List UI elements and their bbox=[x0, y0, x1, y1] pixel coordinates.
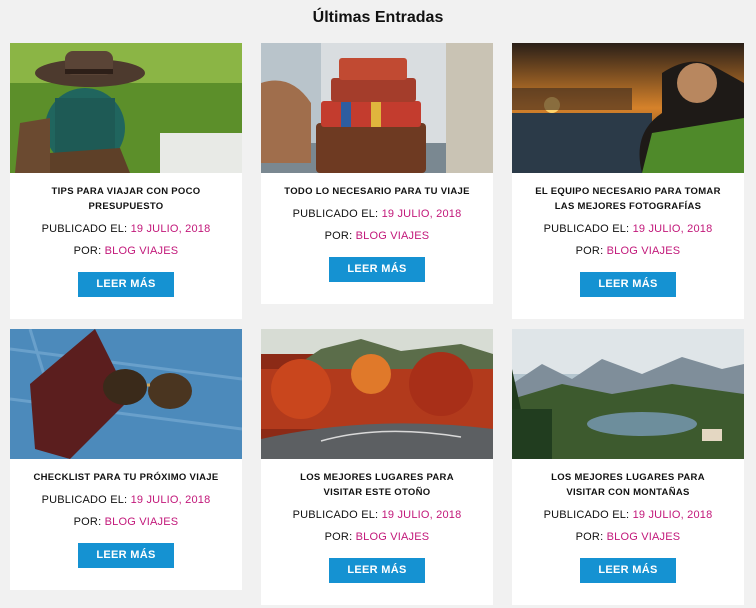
post-date: PUBLICADO EL: 19 JULIO, 2018 bbox=[543, 223, 713, 235]
post-date-link[interactable]: 19 JULIO, 2018 bbox=[382, 509, 462, 521]
post-title[interactable]: LOS MEJORES LUGARES PARA VISITAR ESTE OT… bbox=[261, 470, 493, 500]
post-card: EL EQUIPO NECESARIO PARA TOMAR LAS MEJOR… bbox=[512, 43, 744, 319]
post-image-passport[interactable] bbox=[10, 329, 242, 459]
post-title[interactable]: TODO LO NECESARIO PARA TU VIAJE bbox=[261, 184, 493, 199]
read-more-button[interactable]: LEER MÁS bbox=[580, 558, 676, 583]
post-author-link[interactable]: BLOG VIAJES bbox=[356, 230, 430, 242]
read-more-button[interactable]: LEER MÁS bbox=[78, 272, 174, 297]
post-author: POR: BLOG VIAJES bbox=[575, 531, 681, 543]
post-date: PUBLICADO EL: 19 JULIO, 2018 bbox=[41, 494, 211, 506]
read-more-button[interactable]: LEER MÁS bbox=[329, 558, 425, 583]
section-title: Últimas Entradas bbox=[312, 9, 444, 26]
read-more-button[interactable]: LEER MÁS bbox=[78, 543, 174, 568]
post-card: CHECKLIST PARA TU PRÓXIMO VIAJE PUBLICAD… bbox=[10, 329, 242, 590]
post-title[interactable]: TIPS PARA VIAJAR CON POCO PRESUPUESTO bbox=[10, 184, 242, 214]
post-card: TODO LO NECESARIO PARA TU VIAJE PUBLICAD… bbox=[261, 43, 493, 304]
post-date-link[interactable]: 19 JULIO, 2018 bbox=[382, 208, 462, 220]
post-date-link[interactable]: 19 JULIO, 2018 bbox=[131, 494, 211, 506]
post-image-photographer[interactable] bbox=[512, 43, 744, 173]
post-date-link[interactable]: 19 JULIO, 2018 bbox=[633, 509, 713, 521]
post-author: POR: BLOG VIAJES bbox=[73, 516, 179, 528]
post-image-autumn-road[interactable] bbox=[261, 329, 493, 459]
post-image-suitcases[interactable] bbox=[261, 43, 493, 173]
post-author-link[interactable]: BLOG VIAJES bbox=[105, 245, 179, 257]
read-more-button[interactable]: LEER MÁS bbox=[329, 257, 425, 282]
post-date-link[interactable]: 19 JULIO, 2018 bbox=[633, 223, 713, 235]
read-more-button[interactable]: LEER MÁS bbox=[580, 272, 676, 297]
post-date-link[interactable]: 19 JULIO, 2018 bbox=[131, 223, 211, 235]
post-date: PUBLICADO EL: 19 JULIO, 2018 bbox=[41, 223, 211, 235]
post-author: POR: BLOG VIAJES bbox=[575, 245, 681, 257]
post-card: LOS MEJORES LUGARES PARA VISITAR ESTE OT… bbox=[261, 329, 493, 605]
post-card: LOS MEJORES LUGARES PARA VISITAR CON MON… bbox=[512, 329, 744, 605]
post-card: TIPS PARA VIAJAR CON POCO PRESUPUESTO PU… bbox=[10, 43, 242, 319]
post-title[interactable]: EL EQUIPO NECESARIO PARA TOMAR LAS MEJOR… bbox=[512, 184, 744, 214]
post-image-backpack[interactable] bbox=[10, 43, 242, 173]
post-title[interactable]: LOS MEJORES LUGARES PARA VISITAR CON MON… bbox=[512, 470, 744, 500]
post-date: PUBLICADO EL: 19 JULIO, 2018 bbox=[292, 509, 462, 521]
post-author: POR: BLOG VIAJES bbox=[324, 230, 430, 242]
post-date: PUBLICADO EL: 19 JULIO, 2018 bbox=[292, 208, 462, 220]
post-author-link[interactable]: BLOG VIAJES bbox=[607, 245, 681, 257]
post-author-link[interactable]: BLOG VIAJES bbox=[607, 531, 681, 543]
post-image-mountains[interactable] bbox=[512, 329, 744, 459]
post-author: POR: BLOG VIAJES bbox=[73, 245, 179, 257]
post-title[interactable]: CHECKLIST PARA TU PRÓXIMO VIAJE bbox=[10, 470, 242, 485]
post-date: PUBLICADO EL: 19 JULIO, 2018 bbox=[543, 509, 713, 521]
post-author-link[interactable]: BLOG VIAJES bbox=[105, 516, 179, 528]
post-author: POR: BLOG VIAJES bbox=[324, 531, 430, 543]
post-author-link[interactable]: BLOG VIAJES bbox=[356, 531, 430, 543]
